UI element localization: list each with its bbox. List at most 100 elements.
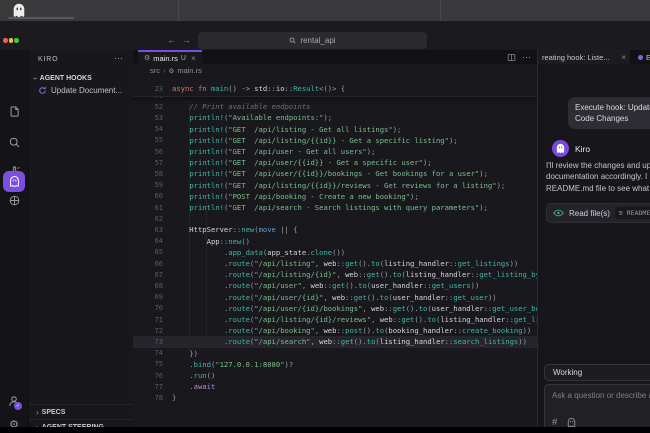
kiro-ghost-icon (8, 175, 21, 188)
chat-tab-creating-hook[interactable]: reating hook: Liste... × (538, 50, 630, 64)
code-line-62[interactable]: 62 (133, 213, 537, 224)
code-line-69[interactable]: 69 .route("/api/user/{id}", web::get().t… (133, 292, 537, 303)
code-line-59[interactable]: 59 println!("GET /api/listing/{{id}}/rev… (133, 180, 537, 191)
user-message-bubble: Execute hook: Update Code Changes (568, 97, 650, 129)
breadcrumb-separator: › (163, 66, 166, 75)
code-text: .app_data(app_state.clone()) (172, 248, 345, 257)
code-line-56[interactable]: 56 println!("GET /api/user - Get all use… (133, 146, 537, 157)
code-line-67[interactable]: 67 .route("/api/listing/{id}", web::get(… (133, 269, 537, 280)
working-status: Working (544, 364, 650, 381)
search-value: rental_api (300, 36, 335, 45)
sidebar-more-actions-icon[interactable]: ⋯ (114, 53, 123, 64)
code-text: println!("POST /api/booking - Create a n… (172, 192, 419, 201)
line-number: 58 (133, 170, 172, 178)
line-number: 63 (133, 226, 172, 234)
chat-input[interactable]: Ask a question or describe a # (544, 384, 650, 427)
chat-tab-label: E (646, 53, 650, 62)
close-traffic-light[interactable] (3, 38, 8, 43)
code-line-73[interactable]: 73 .route("/api/search", web::get().to(l… (133, 336, 537, 347)
line-number: 65 (133, 248, 172, 256)
code-line-71[interactable]: 71 .route("/api/listing/{id}/reviews", w… (133, 314, 537, 325)
workspace-search-input[interactable]: rental_api (198, 32, 427, 49)
window-titlebar: ← → rental_api (0, 21, 650, 51)
code-line-76[interactable]: 76 .run() (133, 370, 537, 381)
code-text: .route("/api/booking", web::post().to(bo… (172, 326, 531, 335)
rust-file-icon: ⚙ (169, 67, 175, 75)
git-untracked-badge: U (181, 55, 186, 62)
breadcrumb[interactable]: src › ⚙ main.rs (150, 64, 202, 77)
code-line-65[interactable]: 65 .app_data(app_state.clone()) (133, 247, 537, 258)
tool-call-read-files[interactable]: Read file(s) ≡ README. (546, 203, 650, 223)
context-hash-icon[interactable]: # (552, 417, 557, 427)
breadcrumb-folder[interactable]: src (150, 66, 160, 75)
code-text: }) (172, 349, 198, 358)
code-text: .await (172, 382, 215, 391)
line-number: 71 (133, 316, 172, 324)
code-line-66[interactable]: 66 .route("/api/listing", web::get().to(… (133, 258, 537, 269)
tab-main-rs[interactable]: ⚙ main.rs U × (138, 50, 202, 64)
minimize-traffic-light[interactable] (9, 38, 14, 43)
line-number: 64 (133, 237, 172, 245)
code-line-57[interactable]: 57 println!("GET /api/user/{{id}} - Get … (133, 157, 537, 168)
code-text: App::new() (172, 237, 250, 246)
kiro-ghost-icon (555, 143, 566, 154)
code-line-78[interactable]: 78} (133, 392, 537, 403)
code-line-60[interactable]: 60 println!("POST /api/booking - Create … (133, 191, 537, 202)
sidebar-section-agent-hooks[interactable]: › AGENT HOOKS (34, 74, 92, 83)
code-line-53[interactable]: 53 println!("Available endpoints:"); (133, 112, 537, 123)
forward-arrow-icon[interactable]: → (182, 33, 191, 47)
maximize-traffic-light[interactable] (14, 38, 19, 43)
code-line-70[interactable]: 70 .route("/api/user/{id}/bookings", web… (133, 303, 537, 314)
editor-more-actions-icon[interactable]: ⋯ (522, 52, 531, 63)
code-line-77[interactable]: 77 .await (133, 381, 537, 392)
window-bottom-edge (0, 427, 650, 433)
code-text: println!("Available endpoints:"); (172, 113, 332, 122)
line-number: 52 (133, 103, 172, 111)
code-line-61[interactable]: 61 println!("GET /api/search - Search li… (133, 202, 537, 213)
working-status-label: Working (553, 368, 582, 377)
code-line-74[interactable]: 74 }) (133, 348, 537, 359)
tab-close-icon[interactable]: × (621, 53, 626, 62)
kiro-agent-panel-icon[interactable] (3, 171, 25, 192)
split-editor-icon[interactable] (507, 53, 516, 62)
code-text: println!("GET /api/listing/{{id}}/review… (172, 181, 505, 190)
tab-close-icon[interactable]: × (191, 54, 196, 63)
search-sidebar-icon[interactable] (0, 136, 28, 149)
code-line-54[interactable]: 54 println!("GET /api/listing - Get all … (133, 124, 537, 135)
sticky-scroll-header[interactable]: 23async fn main() -> std::io::Result<()>… (133, 77, 537, 97)
code-line-23[interactable]: 23async fn main() -> std::io::Result<()>… (133, 83, 537, 94)
agent-name: Kiro (575, 144, 590, 154)
tool-call-label: Read file(s) (569, 209, 610, 218)
line-number: 66 (133, 260, 172, 268)
line-number: 76 (133, 372, 172, 380)
code-text: println!("GET /api/user/{{id}} - Get a s… (172, 158, 432, 167)
account-status-badge: ✓ (14, 402, 22, 410)
code-text: .route("/api/listing", web::get().to(lis… (172, 259, 518, 268)
code-line-75[interactable]: 75 .bind("127.0.0.1:8080")? (133, 359, 537, 370)
agent-ghost-icon[interactable] (566, 417, 577, 427)
kiro-chat-panel: reating hook: Liste... × E Execute hook:… (537, 50, 650, 427)
code-line-63[interactable]: 63 HttpServer::new(move || { (133, 224, 537, 235)
explorer-files-icon[interactable] (0, 105, 28, 118)
code-line-64[interactable]: 64 App::new() (133, 236, 537, 247)
code-line-68[interactable]: 68 .route("/api/user", web::get().to(use… (133, 280, 537, 291)
code-text: println!("GET /api/user - Get all users"… (172, 147, 375, 156)
extensions-icon[interactable] (0, 194, 28, 207)
line-number: 61 (133, 204, 172, 212)
back-arrow-icon[interactable]: ← (167, 33, 176, 47)
code-text: // Print available endpoints (172, 102, 310, 111)
sidebar-item-update-documentation-hook[interactable]: Update Document... (38, 86, 122, 95)
sidebar-section-specs[interactable]: › SPECS (29, 404, 133, 419)
code-line-55[interactable]: 55 println!("GET /api/listing/{{id}} - G… (133, 135, 537, 146)
chat-tab-execute-hook[interactable]: E (633, 50, 650, 64)
unsaved-dot-icon (638, 55, 643, 60)
code-line-58[interactable]: 58 println!("GET /api/user/{{id}}/bookin… (133, 168, 537, 179)
line-number: 78 (133, 394, 172, 402)
breadcrumb-file[interactable]: main.rs (177, 66, 202, 75)
code-line-52[interactable]: 52 // Print available endpoints (133, 101, 537, 112)
readme-file-chip[interactable]: ≡ README. (615, 207, 650, 219)
section-label: AGENT HOOKS (40, 75, 92, 82)
code-editor: ⚙ main.rs U × ⋯ src › ⚙ main.rs 5152 // … (133, 50, 537, 427)
line-number: 56 (133, 148, 172, 156)
code-line-72[interactable]: 72 .route("/api/booking", web::post().to… (133, 325, 537, 336)
